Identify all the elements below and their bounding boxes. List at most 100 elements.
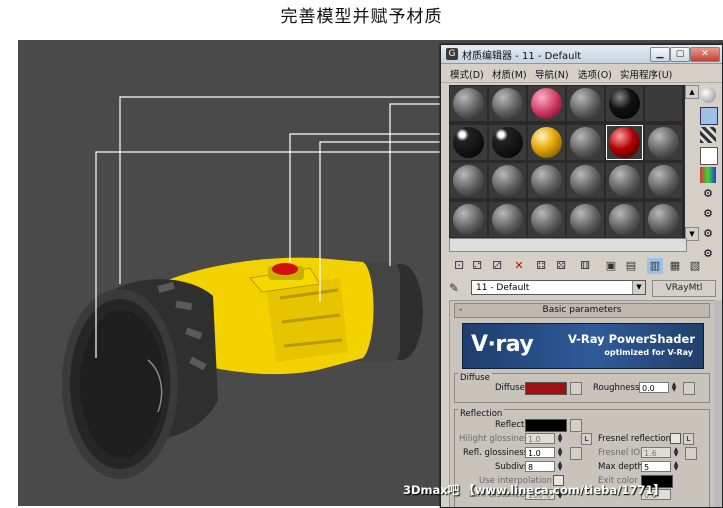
chevron-down-icon[interactable]: ▼: [632, 281, 645, 294]
material-sphere: [531, 165, 562, 196]
copy-material-icon[interactable]: ⚃: [533, 258, 549, 274]
material-id-channel-icon[interactable]: ▣: [603, 258, 619, 274]
close-button[interactable]: ✕: [690, 47, 720, 62]
material-slot[interactable]: [528, 163, 565, 198]
hilight-lock-button[interactable]: L: [581, 433, 592, 445]
material-slot[interactable]: [450, 201, 487, 237]
material-slot[interactable]: [528, 201, 565, 237]
reflect-color-swatch[interactable]: [525, 419, 567, 432]
roughness-map-button[interactable]: [683, 382, 695, 395]
get-material-icon[interactable]: ⚀: [451, 258, 467, 274]
collapse-icon: -: [459, 305, 463, 315]
hilight-glossiness-label: Hilight glossiness: [459, 434, 533, 444]
material-type-button[interactable]: VRayMtl: [652, 280, 716, 297]
page-title: 完善模型并赋予材质: [280, 7, 443, 27]
menu-mode[interactable]: 模式(D): [450, 67, 484, 81]
material-slot[interactable]: [567, 86, 604, 121]
reflect-map-button[interactable]: [570, 419, 582, 432]
material-slot[interactable]: [606, 201, 643, 237]
material-sphere: [531, 126, 562, 158]
material-slot[interactable]: [606, 163, 643, 198]
material-slot[interactable]: [489, 201, 526, 237]
menu-material[interactable]: 材质(M): [492, 67, 527, 81]
refl-glossiness-input[interactable]: 1.0: [525, 447, 555, 458]
refl-glossiness-map-button[interactable]: [570, 447, 582, 460]
subdivs-input[interactable]: 8: [525, 461, 555, 472]
menu-navigation[interactable]: 导航(N): [535, 67, 569, 81]
material-sphere: [531, 88, 562, 119]
material-slot[interactable]: [489, 163, 526, 198]
material-slot[interactable]: [450, 163, 487, 198]
select-by-material-icon[interactable]: ⚙: [700, 227, 716, 243]
material-sphere: [609, 88, 640, 119]
uv-tiling-icon[interactable]: [700, 147, 718, 165]
material-slot[interactable]: [489, 124, 526, 160]
video-color-check-icon[interactable]: [700, 167, 716, 183]
hilight-glossiness-input[interactable]: 1.0: [525, 433, 555, 444]
fresnel-ior-input[interactable]: 1.6: [641, 447, 671, 458]
rollout-scrollbar[interactable]: [714, 300, 722, 507]
backlight-icon[interactable]: [700, 107, 718, 125]
slots-scroll-down-button[interactable]: ▼: [685, 227, 699, 241]
go-to-parent-icon[interactable]: ▦: [667, 258, 683, 274]
material-slot[interactable]: [489, 86, 526, 121]
rollout-header[interactable]: - Basic parameters: [454, 303, 710, 318]
fresnel-ior-map-button[interactable]: [685, 447, 697, 460]
material-slot[interactable]: [528, 86, 565, 121]
roughness-input[interactable]: 0.0: [639, 382, 669, 393]
show-end-result-icon[interactable]: ▥: [647, 258, 663, 274]
menu-utilities[interactable]: 实用程序(U): [620, 67, 672, 81]
roughness-spinner[interactable]: ▲ ▼: [670, 382, 678, 393]
diffuse-group: Diffuse Diffuse Roughness 0.0 ▲ ▼: [454, 373, 710, 403]
fresnel-lock-button[interactable]: L: [683, 433, 694, 445]
material-slot[interactable]: [450, 124, 487, 160]
material-slot[interactable]: [528, 124, 565, 160]
material-sphere: [453, 165, 484, 196]
material-slot[interactable]: [645, 86, 682, 121]
diffuse-color-swatch[interactable]: [525, 382, 567, 395]
material-slot[interactable]: [606, 124, 643, 160]
minimize-button[interactable]: ▁: [650, 47, 670, 62]
titlebar[interactable]: G 材质编辑器 - 11 - Default ▁ ▢ ✕: [441, 45, 722, 64]
sample-type-icon[interactable]: [700, 87, 716, 103]
material-slot[interactable]: [567, 201, 604, 237]
eyedropper-icon[interactable]: ✎: [449, 281, 467, 297]
max-depth-spinner[interactable]: ▲ ▼: [672, 461, 680, 472]
make-unique-icon[interactable]: ⚄: [553, 258, 569, 274]
material-slot[interactable]: [567, 163, 604, 198]
options-icon[interactable]: ⚙: [700, 207, 716, 223]
diffuse-map-button[interactable]: [570, 382, 582, 395]
material-slot[interactable]: [567, 124, 604, 160]
material-slot[interactable]: [450, 86, 487, 121]
fresnel-reflections-checkbox[interactable]: [670, 433, 681, 444]
fresnel-ior-label: Fresnel IOR: [598, 448, 647, 458]
reset-map-icon[interactable]: ✕: [511, 258, 527, 274]
menu-options[interactable]: 选项(O): [578, 67, 612, 81]
max-depth-input[interactable]: 5: [641, 461, 671, 472]
maximize-button[interactable]: ▢: [670, 47, 690, 62]
max-depth-label: Max depth: [598, 462, 644, 472]
refl-glossiness-spinner[interactable]: ▲ ▼: [556, 447, 564, 458]
subdivs-spinner[interactable]: ▲ ▼: [556, 461, 564, 472]
fresnel-ior-spinner[interactable]: ▲ ▼: [672, 447, 680, 458]
slots-scroll-up-button[interactable]: ▲: [685, 85, 699, 99]
assign-to-selection-icon[interactable]: ⚂: [489, 258, 505, 274]
material-slot[interactable]: [645, 163, 682, 198]
slots-horizontal-scrollbar[interactable]: [449, 238, 687, 252]
material-sphere: [531, 203, 562, 235]
material-slot[interactable]: [606, 86, 643, 121]
background-icon[interactable]: [700, 127, 716, 143]
material-slot[interactable]: [645, 201, 682, 237]
put-to-scene-icon[interactable]: ⚁: [469, 258, 485, 274]
make-preview-icon[interactable]: ⚙: [700, 187, 716, 203]
put-to-library-icon[interactable]: ⚅: [577, 258, 593, 274]
material-slot[interactable]: [645, 124, 682, 160]
reflection-group-label: Reflection: [458, 409, 505, 419]
show-in-viewport-icon[interactable]: ▤: [623, 258, 639, 274]
material-sphere: [609, 203, 640, 235]
window-title: 材质编辑器 - 11 - Default: [462, 51, 582, 62]
material-editor-window[interactable]: G 材质编辑器 - 11 - Default ▁ ▢ ✕ 模式(D) 材质(M)…: [440, 44, 723, 508]
go-forward-sibling-icon[interactable]: ▧: [687, 258, 703, 274]
hilight-glossiness-spinner[interactable]: ▲ ▼: [556, 433, 564, 444]
material-name-field[interactable]: 11 - Default ▼: [471, 280, 646, 295]
